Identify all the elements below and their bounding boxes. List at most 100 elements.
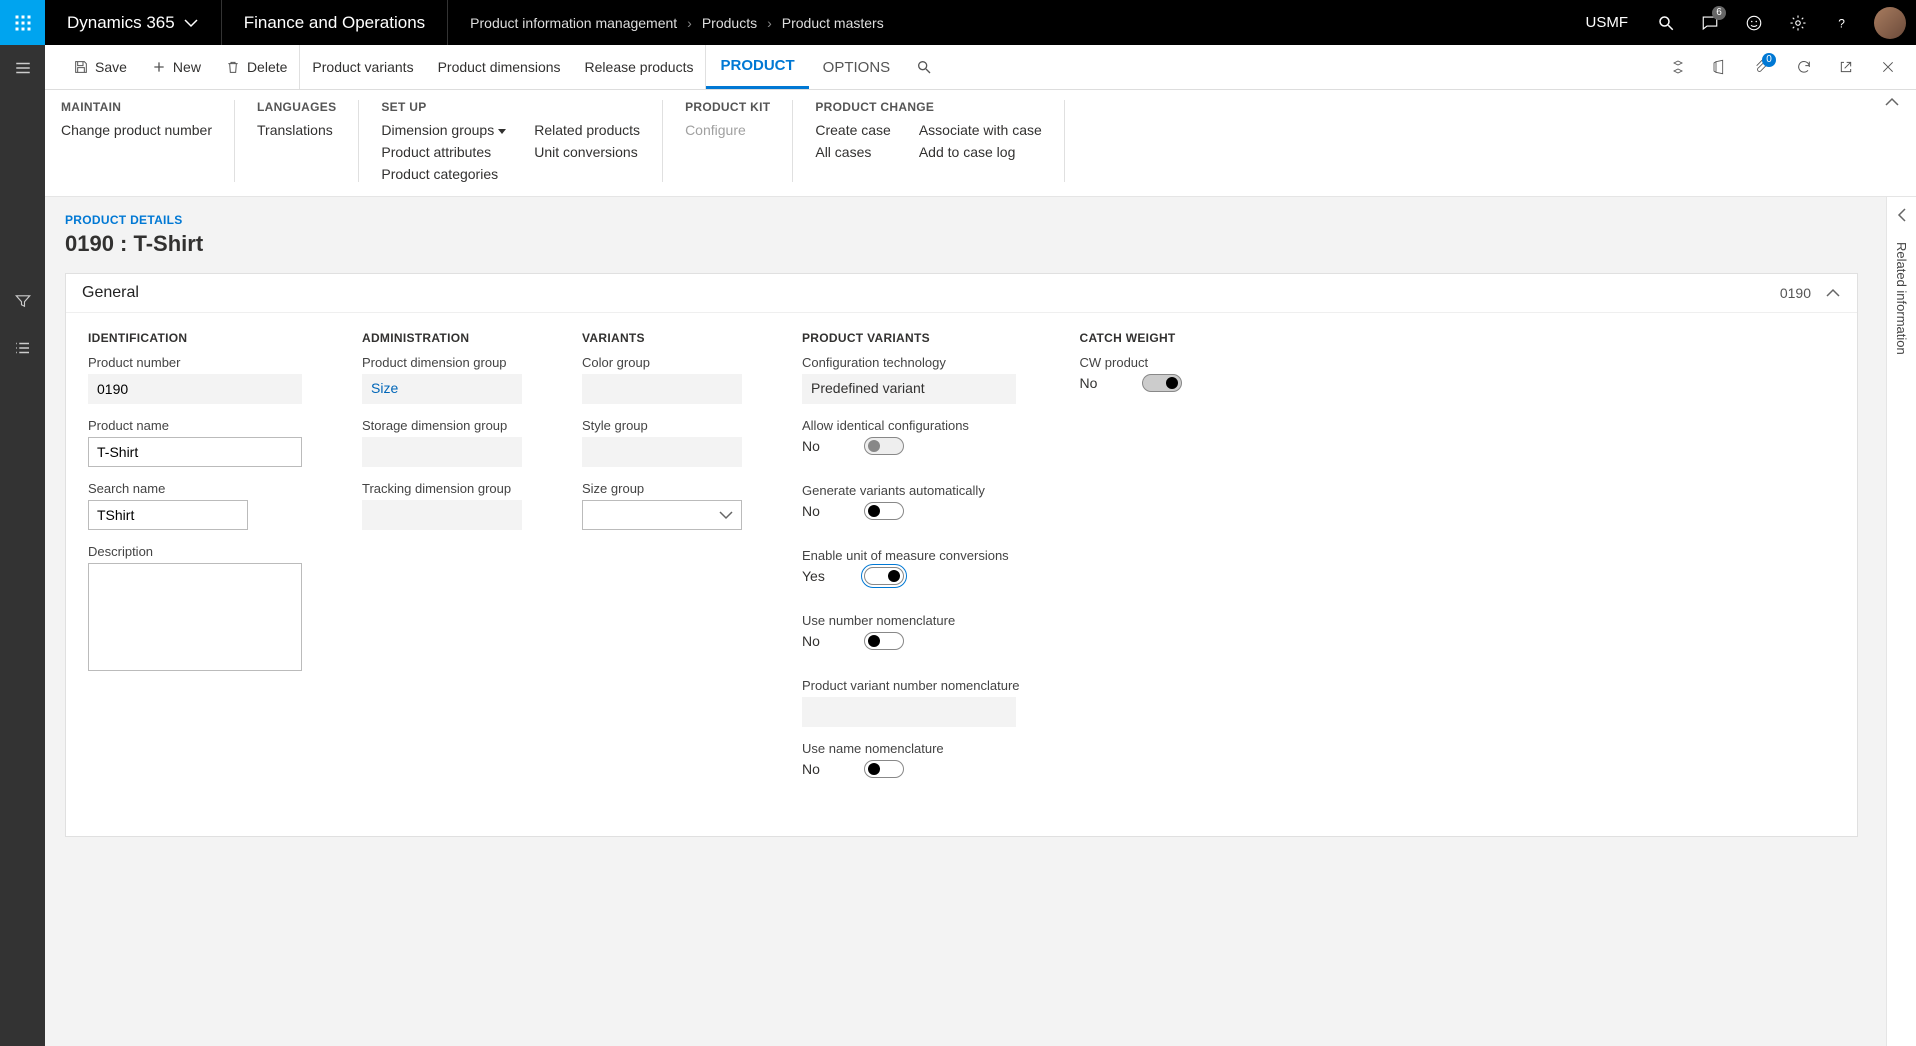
company-picker[interactable]: USMF <box>1570 14 1645 31</box>
save-button[interactable]: Save <box>61 45 139 89</box>
collapse-ribbon-button[interactable] <box>1884 94 1900 113</box>
tracking-dimension-group-input[interactable] <box>362 500 522 530</box>
chevron-left-icon <box>1894 207 1910 223</box>
product-categories-link[interactable]: Product categories <box>381 166 506 182</box>
notif-badge: 6 <box>1712 6 1726 20</box>
app-launcher[interactable] <box>0 0 45 45</box>
expand-related-button[interactable] <box>1894 207 1910 226</box>
group-product-change: PRODUCT CHANGE Create case All cases Ass… <box>793 100 1064 182</box>
toggle-value: Yes <box>802 568 834 584</box>
unit-conversions-link[interactable]: Unit conversions <box>534 144 640 160</box>
use-number-nomenclature-toggle[interactable] <box>864 632 904 650</box>
filter-icon <box>14 292 32 310</box>
description-input[interactable] <box>88 563 302 671</box>
group-title: SET UP <box>381 100 640 114</box>
field-label: Use name nomenclature <box>802 741 1020 756</box>
filter-button[interactable] <box>14 292 32 313</box>
attachments-button[interactable]: 0 <box>1742 45 1782 90</box>
field-label: Product dimension group <box>362 355 522 370</box>
all-cases-link[interactable]: All cases <box>815 144 890 160</box>
product-attributes-link[interactable]: Product attributes <box>381 144 506 160</box>
dataverse-button[interactable] <box>1658 45 1698 90</box>
product-variants-section: PRODUCT VARIANTS Configuration technolog… <box>802 331 1020 806</box>
action-search-button[interactable] <box>904 45 944 89</box>
release-products-button[interactable]: Release products <box>573 45 707 89</box>
cw-product-toggle[interactable] <box>1142 374 1182 392</box>
use-name-nomenclature-toggle[interactable] <box>864 760 904 778</box>
search-button[interactable] <box>1644 0 1688 45</box>
module-label: Finance and Operations <box>244 13 425 33</box>
feedback-button[interactable] <box>1732 0 1776 45</box>
field-label: Product name <box>88 418 302 433</box>
page-title: 0190 : T-Shirt <box>65 231 1886 257</box>
card-title: General <box>82 284 139 302</box>
related-info-label[interactable]: Related information <box>1894 242 1909 355</box>
color-group-input[interactable] <box>582 374 742 404</box>
chevron-right-icon: › <box>767 15 772 31</box>
smiley-icon <box>1745 14 1763 32</box>
brand-dropdown[interactable]: Dynamics 365 <box>45 0 222 45</box>
save-label: Save <box>95 59 127 75</box>
breadcrumb-item[interactable]: Product masters <box>782 15 884 31</box>
tab-options[interactable]: OPTIONS <box>809 45 905 89</box>
translations-link[interactable]: Translations <box>257 122 333 138</box>
field-label: Product variant number nomenclature <box>802 678 1020 693</box>
search-icon <box>1657 14 1675 32</box>
breadcrumb-item[interactable]: Products <box>702 15 757 31</box>
product-variants-button[interactable]: Product variants <box>300 45 425 89</box>
top-right: USMF 6 ? <box>1570 0 1916 45</box>
create-case-link[interactable]: Create case <box>815 122 890 138</box>
field-label: Tracking dimension group <box>362 481 522 496</box>
section-title: ADMINISTRATION <box>362 331 522 345</box>
dimension-groups-link[interactable]: Dimension groups <box>381 122 506 138</box>
product-dimensions-button[interactable]: Product dimensions <box>426 45 573 89</box>
gear-icon <box>1789 14 1807 32</box>
product-number-input[interactable] <box>88 374 302 404</box>
add-case-log-link[interactable]: Add to case log <box>919 144 1042 160</box>
breadcrumb-item[interactable]: Product information management <box>470 15 677 31</box>
product-dimension-group-input[interactable]: Size <box>362 374 522 404</box>
delete-button[interactable]: Delete <box>213 45 300 89</box>
tab-product[interactable]: PRODUCT <box>706 45 808 89</box>
storage-dimension-group-input[interactable] <box>362 437 522 467</box>
module-name[interactable]: Finance and Operations <box>222 0 448 45</box>
associate-case-link[interactable]: Associate with case <box>919 122 1042 138</box>
config-technology-input[interactable]: Predefined variant <box>802 374 1016 404</box>
search-name-input[interactable] <box>88 500 248 530</box>
new-label: New <box>173 59 201 75</box>
change-product-number-link[interactable]: Change product number <box>61 122 212 138</box>
pvnn-input[interactable] <box>802 697 1016 727</box>
style-group-input[interactable] <box>582 437 742 467</box>
allow-identical-toggle[interactable] <box>864 437 904 455</box>
plus-icon <box>151 59 167 75</box>
refresh-button[interactable] <box>1784 45 1824 90</box>
generate-variants-toggle[interactable] <box>864 502 904 520</box>
brand-label: Dynamics 365 <box>67 13 175 33</box>
chevron-up-icon <box>1884 94 1900 110</box>
field-label: Style group <box>582 418 742 433</box>
help-button[interactable]: ? <box>1820 0 1864 45</box>
catch-weight-section: CATCH WEIGHT CW product No <box>1080 331 1182 420</box>
product-name-input[interactable] <box>88 437 302 467</box>
page-content: PRODUCT DETAILS 0190 : T-Shirt General 0… <box>45 197 1886 1046</box>
group-languages: LANGUAGES Translations <box>235 100 359 182</box>
popout-button[interactable] <box>1826 45 1866 90</box>
popout-icon <box>1838 59 1854 75</box>
enable-uom-toggle[interactable] <box>864 567 904 585</box>
user-avatar[interactable] <box>1874 7 1906 39</box>
chevron-down-icon <box>718 507 734 523</box>
list-button[interactable] <box>14 339 32 360</box>
nav-expand-button[interactable] <box>14 59 32 80</box>
related-products-link[interactable]: Related products <box>534 122 640 138</box>
office-button[interactable] <box>1700 45 1740 90</box>
toggle-value: No <box>802 438 834 454</box>
settings-button[interactable] <box>1776 0 1820 45</box>
configure-link: Configure <box>685 122 746 138</box>
list-icon <box>14 339 32 357</box>
group-title: LANGUAGES <box>257 100 336 114</box>
new-button[interactable]: New <box>139 45 213 89</box>
close-button[interactable] <box>1868 45 1908 90</box>
messages-button[interactable]: 6 <box>1688 0 1732 45</box>
general-header[interactable]: General 0190 <box>66 274 1857 313</box>
waffle-icon <box>14 14 32 32</box>
